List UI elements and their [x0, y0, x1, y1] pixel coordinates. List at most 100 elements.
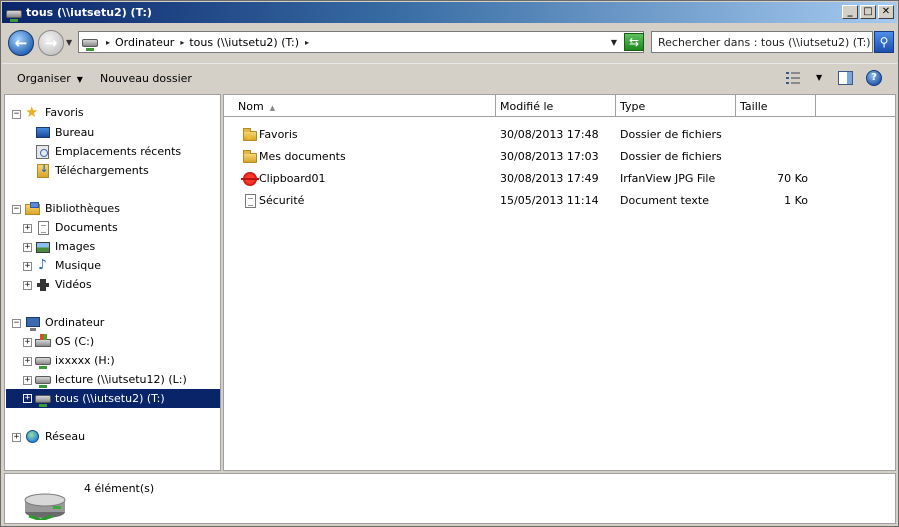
command-bar: Organiser ▼ Nouveau dossier ▼ ? [2, 63, 897, 92]
minimize-button[interactable]: _ [842, 5, 858, 19]
back-button[interactable]: ← [8, 30, 34, 56]
expand-network-icon[interactable]: + [12, 433, 21, 442]
tree-item-network[interactable]: Réseau [25, 427, 85, 446]
column-header-type[interactable]: Type [616, 95, 736, 117]
videos-icon [35, 277, 51, 293]
column-header-modified[interactable]: Modifié le [496, 95, 616, 117]
sort-ascending-icon: ▲ [269, 104, 276, 112]
file-list-pane: Nom ▲ Modifié le Type Taille ★ Favoris 30… [223, 94, 896, 471]
tree-item-drive-t[interactable]: + tous (\\iutsetu2) (T:) [6, 389, 220, 408]
star-folder-icon: ★ [242, 127, 258, 143]
refresh-button[interactable]: ⇆ [624, 33, 644, 51]
close-button[interactable]: ✕ [878, 5, 894, 19]
search-button[interactable]: ⚲ [874, 31, 894, 53]
network-drive-icon [35, 353, 51, 369]
documents-icon [35, 220, 51, 236]
file-modified: 15/05/2013 11:14 [500, 194, 599, 207]
tree-item-drive-l[interactable]: lecture (\\iutsetu12) (L:) [35, 370, 187, 389]
network-drive-icon [35, 391, 51, 407]
tree-item-music[interactable]: ♪ Musique [35, 256, 101, 275]
file-modified: 30/08/2013 17:48 [500, 128, 599, 141]
tree-item-drive-c[interactable]: OS (C:) [35, 332, 94, 351]
expand-videos-icon[interactable]: + [23, 281, 32, 290]
text-document-icon [242, 193, 258, 209]
column-header-name[interactable]: Nom ▲ [224, 95, 496, 117]
expand-drive-c-icon[interactable]: + [23, 338, 32, 347]
search-input[interactable]: Rechercher dans : tous (\\iutsetu2) (T:) [651, 31, 873, 53]
tree-item-images[interactable]: Images [35, 237, 95, 256]
local-drive-icon [35, 333, 51, 350]
computer-icon [25, 315, 41, 331]
star-icon: ★ [25, 102, 39, 121]
back-arrow-icon: ← [14, 34, 28, 52]
tree-item-computer[interactable]: Ordinateur [25, 313, 104, 332]
tree-item-desktop[interactable]: Bureau [35, 123, 94, 142]
maximize-button[interactable]: □ [860, 5, 876, 19]
tree-item-downloads[interactable]: Téléchargements [35, 161, 149, 180]
navigation-pane: − ★ Favoris Bureau Emplacements récents … [4, 94, 221, 471]
details-pane: 4 élément(s) [4, 473, 896, 524]
expand-images-icon[interactable]: + [23, 243, 32, 252]
title-bar[interactable]: tous (\\iutsetu2) (T:) _ □ ✕ [2, 2, 897, 23]
chevron-right-icon: ▸ [106, 37, 111, 47]
organize-button[interactable]: Organiser ▼ [17, 72, 83, 85]
tree-item-recent-places[interactable]: Emplacements récents [35, 142, 181, 161]
expand-music-icon[interactable]: + [23, 262, 32, 271]
view-options-icon[interactable] [786, 72, 800, 84]
expand-drive-h-icon[interactable]: + [23, 357, 32, 366]
file-size: 70 Ko [777, 172, 808, 185]
breadcrumb-segment[interactable]: ▸ Ordinateur [106, 36, 174, 49]
expand-documents-icon[interactable]: + [23, 224, 32, 233]
file-row[interactable]: Mes documents 30/08/2013 17:03 Dossier d… [224, 146, 895, 168]
tree-item-drive-h[interactable]: ixxxxx (H:) [35, 351, 115, 370]
file-row[interactable]: Sécurité 15/05/2013 11:14 Document texte… [224, 190, 895, 212]
explorer-window: tous (\\iutsetu2) (T:) _ □ ✕ ← → ▼ ▸ Ordi… [0, 0, 899, 527]
file-type: IrfanView JPG File [620, 172, 716, 185]
forward-arrow-icon: → [44, 34, 58, 52]
music-icon: ♪ [38, 256, 47, 273]
collapse-favorites-icon[interactable]: − [12, 110, 21, 119]
new-folder-button[interactable]: Nouveau dossier [100, 72, 192, 85]
file-size: 1 Ko [784, 194, 808, 207]
column-header-size[interactable]: Taille [736, 95, 816, 117]
refresh-icon: ⇆ [628, 35, 640, 49]
breadcrumb-segment[interactable]: ▸ tous (\\iutsetu2) (T:) ▸ [180, 36, 314, 49]
recent-places-icon [35, 144, 51, 160]
tree-item-documents[interactable]: Documents [35, 218, 118, 237]
search-icon: ⚲ [879, 35, 889, 49]
address-row: ← → ▼ ▸ Ordinateur ▸ tous (\\iutsetu2) (T:… [2, 24, 897, 62]
tree-item-videos[interactable]: Vidéos [35, 275, 92, 294]
minimize-icon: _ [847, 6, 853, 17]
network-drive-icon [6, 6, 22, 22]
file-name: Favoris [259, 128, 298, 141]
folder-icon [242, 149, 258, 165]
history-dropdown-icon[interactable]: ▼ [66, 38, 72, 47]
downloads-icon [35, 163, 51, 179]
file-type: Dossier de fichiers [620, 128, 722, 141]
preview-pane-icon[interactable] [838, 71, 853, 85]
forward-button[interactable]: → [38, 30, 64, 56]
chevron-down-icon: ▼ [76, 75, 83, 84]
network-drive-icon [24, 493, 66, 520]
address-bar[interactable]: ▸ Ordinateur ▸ tous (\\iutsetu2) (T:) ▸ ▼ [78, 31, 644, 53]
help-icon[interactable]: ? [866, 70, 882, 86]
network-drive-icon [82, 35, 100, 51]
collapse-libraries-icon[interactable]: − [12, 205, 21, 214]
network-icon [25, 429, 41, 445]
tree-item-favorites[interactable]: ★ Favoris [25, 103, 84, 122]
expand-drive-t-icon[interactable]: + [23, 394, 32, 403]
file-row[interactable]: Clipboard01 30/08/2013 17:49 IrfanView J… [224, 168, 895, 190]
chevron-right-icon: ▸ [305, 37, 310, 47]
file-name: Clipboard01 [259, 172, 326, 185]
collapse-computer-icon[interactable]: − [12, 319, 21, 328]
file-row[interactable]: ★ Favoris 30/08/2013 17:48 Dossier de fi… [224, 124, 895, 146]
file-name: Sécurité [259, 194, 305, 207]
column-header-row: Nom ▲ Modifié le Type Taille [224, 95, 895, 117]
expand-drive-l-icon[interactable]: + [23, 376, 32, 385]
desktop-icon [35, 125, 51, 141]
view-dropdown-icon[interactable]: ▼ [816, 73, 822, 82]
close-icon: ✕ [881, 6, 891, 17]
item-count: 4 élément(s) [84, 482, 155, 495]
tree-item-libraries[interactable]: Bibliothèques [25, 199, 120, 218]
address-dropdown-icon[interactable]: ▼ [611, 38, 617, 47]
